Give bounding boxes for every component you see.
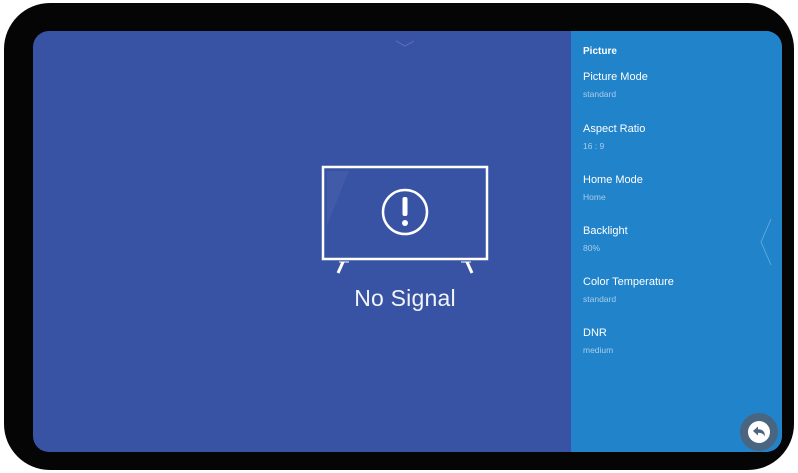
menu-item-aspect-ratio[interactable]: Aspect Ratio 16 : 9 bbox=[571, 123, 751, 167]
menu-item-backlight[interactable]: Backlight 80% bbox=[571, 225, 751, 269]
menu-item-value: medium bbox=[583, 345, 614, 355]
menu-item-label: DNR bbox=[583, 327, 607, 339]
menu-item-value: 80% bbox=[583, 243, 601, 253]
panel-title: Picture bbox=[583, 46, 617, 57]
menu-item-value: standard bbox=[583, 294, 617, 304]
tv-screen: No Signal Picture Picture Mode standard … bbox=[33, 31, 782, 452]
chevron-left-icon[interactable] bbox=[759, 217, 773, 267]
menu-item-color-temperature[interactable]: Color Temperature standard bbox=[571, 276, 751, 320]
picture-settings-panel: Picture Picture Mode standard Aspect Rat… bbox=[571, 31, 782, 452]
menu-item-value: 16 : 9 bbox=[583, 141, 605, 151]
back-arrow-icon bbox=[753, 426, 765, 437]
tv-bezel: No Signal Picture Picture Mode standard … bbox=[4, 3, 794, 470]
menu-item-label: Color Temperature bbox=[583, 276, 674, 288]
tv-warning-icon bbox=[321, 165, 489, 274]
menu-item-home-mode[interactable]: Home Mode Home bbox=[571, 174, 751, 218]
no-signal-message: No Signal bbox=[354, 285, 456, 311]
back-button[interactable] bbox=[740, 413, 778, 451]
menu-item-label: Aspect Ratio bbox=[583, 123, 646, 135]
menu-item-label: Home Mode bbox=[583, 174, 643, 186]
menu-item-label: Backlight bbox=[583, 225, 628, 237]
chevron-down-icon[interactable] bbox=[395, 40, 415, 48]
menu-item-value: standard bbox=[583, 89, 617, 99]
menu-item-label: Picture Mode bbox=[583, 71, 648, 83]
menu-item-picture-mode[interactable]: Picture Mode standard bbox=[571, 71, 751, 115]
menu-item-dnr[interactable]: DNR medium bbox=[571, 327, 751, 371]
menu-item-value: Home bbox=[583, 192, 606, 202]
